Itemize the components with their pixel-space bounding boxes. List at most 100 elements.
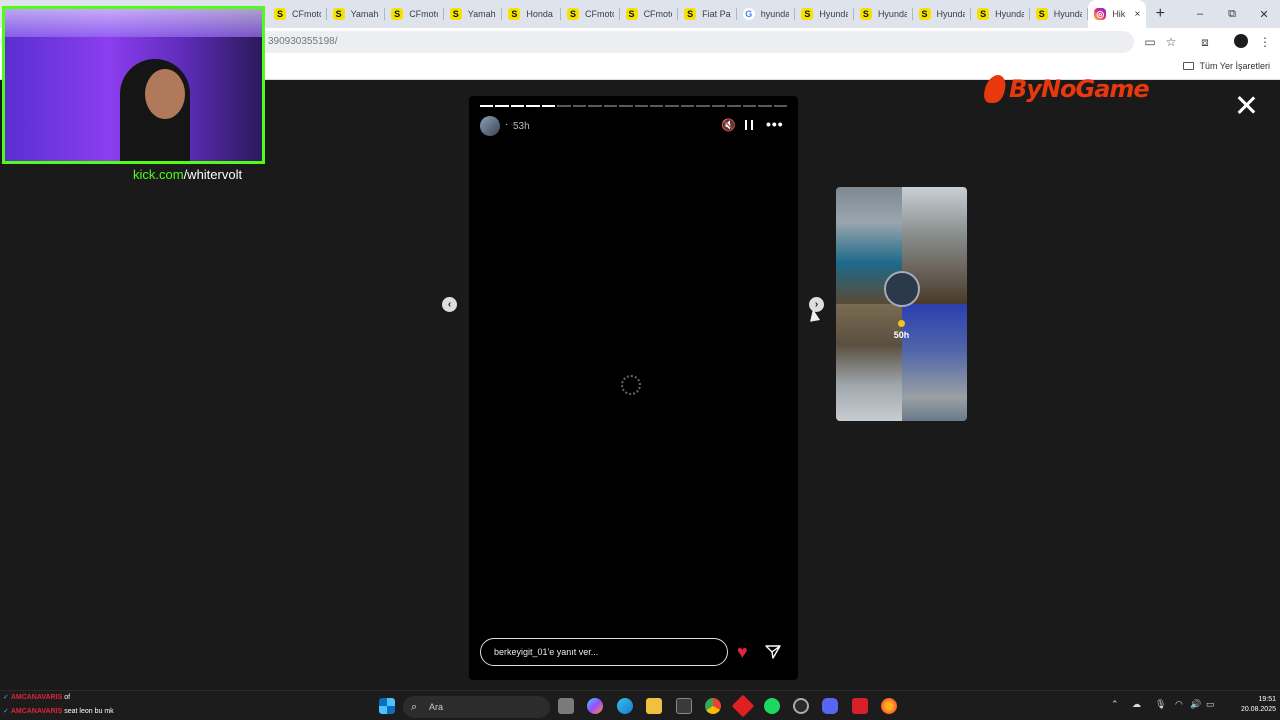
menu-kebab-icon[interactable]: ⋮ [1257,34,1273,50]
webcam-overlay [2,6,265,164]
tab[interactable]: S CFmoto [620,0,679,28]
progress-segment [510,105,525,107]
mouse-cursor [808,308,820,322]
mute-icon[interactable]: 🔇 [721,118,736,132]
tab-title: hyunda [760,9,790,19]
tab-title: Hyunda [936,9,966,19]
tab-title: CFmoto [643,9,673,19]
tab[interactable]: S CFmoto [268,0,327,28]
windows-start-icon[interactable] [379,698,395,714]
ceiling-light [5,9,262,37]
progress-segment [603,105,618,107]
tab[interactable]: S Fiat Pa [678,0,737,28]
sahibinden-icon: S [449,8,462,20]
battery-icon[interactable]: ▭ [1206,699,1215,710]
chrome-icon[interactable] [705,698,721,714]
search-icon: ⌕ [411,701,418,713]
chat-message: seat leon bu mk [64,708,114,715]
stream-chat-overlay: ✓ AMCANAVARIS of ✓ AMCANAVARIS seat leon … [3,691,114,719]
bookmark-star-icon[interactable]: ☆ [1163,34,1179,50]
minimize-button[interactable]: – [1184,0,1216,28]
story-progress-bar [480,105,788,107]
tab-close-icon[interactable]: × [1134,9,1140,20]
tab-title: Hyunda [995,9,1024,19]
profile-avatar[interactable] [1234,34,1248,48]
install-app-icon[interactable]: ▭ [1142,34,1158,50]
close-story-button[interactable] [1236,95,1256,115]
stream-link: kick.com/whitervolt [133,167,242,182]
progress-segment [758,105,772,107]
volume-icon[interactable]: 🔊 [1190,699,1201,710]
tab[interactable]: S Honda [502,0,561,28]
previous-story-button[interactable]: ‹ [442,297,457,312]
taskbar-search[interactable]: ⌕ Ara [403,696,550,718]
spotify-icon[interactable] [764,698,780,714]
all-bookmarks-label: Tüm Yer İşaretleri [1199,61,1270,71]
tab[interactable]: S Yamaha [444,0,503,28]
instagram-icon: ◎ [1094,8,1107,20]
all-bookmarks-button[interactable]: Tüm Yer İşaretleri [1183,61,1270,71]
send-icon[interactable] [765,644,781,660]
close-window-button[interactable]: ✕ [1248,0,1280,28]
microphone-icon[interactable]: 🎙 [1155,699,1166,710]
logo-text: ByNoGame [1009,75,1150,103]
more-options-icon[interactable]: ••• [766,116,784,132]
progress-segment [572,105,587,107]
edge-icon[interactable] [617,698,633,714]
tab[interactable]: S CFmoto [385,0,444,28]
weather-icon[interactable]: ☁ [1132,699,1141,710]
extensions-icon[interactable]: ⧈ [1197,34,1213,50]
tab[interactable]: S Hyunda [1030,0,1089,28]
kick-badge-icon: ✓ [3,694,11,701]
tab[interactable]: S Hyunda [971,0,1030,28]
file-explorer-icon[interactable] [646,698,662,714]
firefox-icon[interactable] [881,698,897,714]
sahibinden-icon: S [566,8,579,20]
restore-button[interactable]: ⧉ [1216,0,1248,28]
tray-overflow-icon[interactable]: ⌃ [1111,699,1119,710]
kick-channel: /whitervolt [183,167,243,182]
tab[interactable]: S Hyunda [795,0,854,28]
progress-segment [588,105,602,107]
pause-icon[interactable] [745,120,753,130]
tab-title: Yamaha [350,9,380,19]
emoji-icon [898,320,905,327]
discord-icon[interactable] [822,698,838,714]
store-icon[interactable] [676,698,692,714]
tab-title: Hyunda [1053,9,1083,19]
task-view-icon[interactable] [558,698,574,714]
copilot-icon[interactable] [587,698,603,714]
wifi-icon[interactable]: ◠ [1175,699,1183,710]
tab[interactable]: Ghyunda [737,0,796,28]
story-author-avatar[interactable] [480,116,500,136]
clock-date: 20.08.2025 [1240,706,1276,713]
tab[interactable]: S Hyunda [854,0,913,28]
next-story-preview[interactable]: 50h [836,187,967,421]
sahibinden-icon: S [684,8,697,20]
screen: S CFmoto S Yamaha S CFmoto S Yamaha S Honda S CFmot… [0,0,1280,720]
next-story-time: 50h [893,330,910,340]
new-tab-button[interactable]: + [1146,0,1174,28]
story-player[interactable]: · 53h 🔇 ••• berkeyigit_01'e yanıt ver...… [469,96,798,680]
sahibinden-icon: S [977,8,990,20]
taskbar-clock[interactable]: 19:51 20.08.2025 [1228,695,1276,715]
tab[interactable]: S Yamaha [327,0,386,28]
sahibinden-icon: S [391,8,404,20]
progress-segment [742,105,757,107]
app-red-box-icon[interactable] [852,698,868,714]
tab-title: CFmoto [292,9,321,19]
obs-icon[interactable] [793,698,809,714]
sahibinden-icon: S [801,8,814,20]
sahibinden-icon: S [918,8,931,20]
reply-input[interactable]: berkeyigit_01'e yanıt ver... [480,638,728,666]
tab-active[interactable]: ◎ Hik × [1088,0,1147,28]
kick-badge-icon: ✓ [3,708,11,715]
like-heart-icon[interactable]: ♥ [737,643,748,661]
progress-segment [480,105,494,107]
tab[interactable]: S CFmoto [561,0,620,28]
progress-segment [495,105,509,107]
tab[interactable]: S Hyunda [913,0,972,28]
windows-taskbar: ⌕ Ara ⌃ ☁ 🎙 ◠ 🔊 ▭ [0,690,1280,720]
app-red-icon[interactable] [731,694,755,718]
progress-segment [634,105,648,107]
